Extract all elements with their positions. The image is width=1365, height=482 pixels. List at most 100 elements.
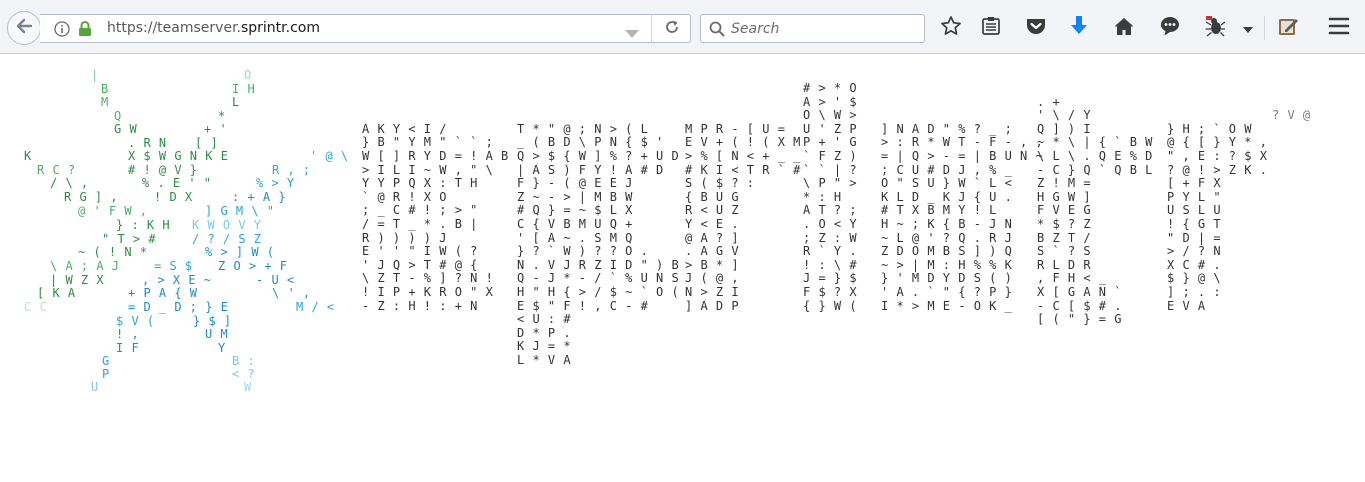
matrix-line: > : R * W T - F - , , bbox=[881, 135, 1044, 150]
info-icon[interactable] bbox=[54, 21, 70, 41]
matrix-line: J ( @ , bbox=[685, 271, 740, 286]
star-glyph: ' @ \ bbox=[310, 149, 349, 163]
bug-extension-button[interactable] bbox=[1200, 13, 1230, 43]
pocket-button[interactable] bbox=[1021, 13, 1051, 43]
matrix-line: R L D R bbox=[1037, 257, 1092, 272]
matrix-line: { } W ( bbox=[803, 298, 858, 313]
matrix-line: F } - ( @ E E J bbox=[517, 176, 633, 191]
matrix-line: _ ( B D \ P N { $ ' bbox=[517, 135, 664, 150]
star-glyph: K bbox=[24, 149, 32, 163]
reload-button[interactable] bbox=[651, 15, 691, 42]
matrix-line: K J = * bbox=[517, 339, 572, 354]
matrix-line: ; C U # D J , % _ bbox=[881, 162, 1013, 177]
corner-glyph: ? V @ bbox=[1272, 108, 1311, 122]
star-glyph: % . E ' " bbox=[142, 176, 212, 190]
matrix-line: " D | = bbox=[1167, 230, 1222, 245]
matrix-line: ; _ C # ! ; > " bbox=[362, 203, 478, 218]
star-glyph: ! , bbox=[116, 327, 140, 341]
matrix-line: R < U Z bbox=[685, 203, 740, 218]
star-glyph: C C bbox=[24, 300, 48, 314]
downloads-button[interactable] bbox=[1064, 13, 1094, 43]
matrix-line: ' \ / Y bbox=[1037, 108, 1092, 123]
matrix-line: - C } Q ` Q B L bbox=[1037, 162, 1153, 177]
matrix-line: . O < Y bbox=[803, 217, 858, 231]
matrix-line: } ' M D Y D S ( ) bbox=[881, 271, 1013, 286]
matrix-line: # > * O bbox=[803, 81, 858, 95]
url-text[interactable]: https://teamserver.sprintr.com bbox=[107, 20, 320, 36]
extension-menu-button[interactable] bbox=[1236, 13, 1260, 43]
star-glyph: % > Y bbox=[256, 176, 295, 190]
matrix-line: U S L U bbox=[1167, 203, 1222, 218]
star-glyph: K W O V Y bbox=[192, 218, 262, 232]
star-glyph: U M bbox=[205, 327, 229, 341]
star-glyph: M bbox=[101, 95, 109, 109]
search-input[interactable] bbox=[731, 18, 916, 39]
matrix-line: C { V B M U Q + bbox=[517, 217, 633, 231]
matrix-line: $ } @ \ bbox=[1167, 271, 1222, 286]
pocket-icon bbox=[1025, 16, 1047, 40]
matrix-line: # T X B M Y ! L bbox=[881, 203, 997, 218]
matrix-line: ] N A D " % ? _ ; bbox=[881, 121, 1013, 136]
lock-icon[interactable] bbox=[78, 20, 92, 41]
back-button[interactable] bbox=[7, 11, 41, 45]
matrix-line: { B U G bbox=[685, 189, 740, 204]
matrix-line: Q > $ { W ] % ? + U D bbox=[517, 149, 680, 163]
reading-list-button[interactable] bbox=[976, 13, 1006, 43]
menu-button[interactable] bbox=[1324, 13, 1354, 43]
star-glyph: @ ' F W , bbox=[78, 204, 148, 218]
matrix-line: N > Z I bbox=[685, 285, 740, 299]
matrix-line: W [ ] R Y D = ! A B bbox=[362, 149, 509, 163]
matrix-line: Q - J * - / ` % U N S bbox=[517, 271, 680, 286]
star-glyph: ! D X bbox=[154, 190, 193, 204]
star-glyph: M / < bbox=[296, 300, 335, 314]
home-button[interactable] bbox=[1109, 13, 1139, 43]
matrix-line: D * P . bbox=[517, 325, 572, 340]
dropdown-arrow-icon[interactable] bbox=[624, 24, 640, 43]
star-glyph: I F bbox=[116, 341, 140, 355]
star-glyph: ~ ( ! N * bbox=[78, 245, 148, 259]
chat-bubble-icon bbox=[1159, 15, 1181, 41]
matrix-line: E V + ( ! ( X M bbox=[685, 135, 801, 150]
matrix-line: S ( $ ? : bbox=[685, 176, 755, 191]
search-bar[interactable] bbox=[700, 14, 925, 43]
matrix-line: > I L I ~ W , " \ bbox=[362, 162, 494, 177]
matrix-line: H " H { > / $ ~ ` O ( bbox=[517, 285, 680, 299]
matrix-line: F $ ? X bbox=[803, 285, 858, 299]
matrix-line: > / ? N bbox=[1167, 244, 1222, 259]
star-glyph: \ ' , bbox=[272, 286, 311, 300]
search-icon bbox=[709, 21, 725, 41]
matrix-line: } ? ` W ) ? ? O . bbox=[517, 244, 649, 259]
star-glyph: Y bbox=[218, 341, 226, 355]
notepad-button[interactable] bbox=[1273, 13, 1303, 43]
matrix-line: * $ ? Z bbox=[1037, 217, 1092, 231]
matrix-line: @ A ? ] bbox=[685, 230, 740, 245]
matrix-line: L * V A bbox=[517, 353, 572, 367]
matrix-line: ` ` | ? bbox=[803, 162, 858, 177]
url-bar[interactable]: https://teamserver.sprintr.com bbox=[40, 14, 691, 43]
star-glyph: O bbox=[244, 68, 252, 82]
star-glyph: + ' bbox=[204, 122, 228, 136]
matrix-line: # Q } = ~ $ L X bbox=[517, 203, 633, 218]
bookmark-button[interactable] bbox=[936, 13, 966, 43]
star-glyph: = S $ bbox=[154, 259, 193, 273]
matrix-line: P + ' G bbox=[803, 135, 858, 150]
star-glyph: G W bbox=[114, 122, 138, 136]
matrix-line: Z D O M B S ] ) Q bbox=[881, 244, 1013, 259]
matrix-line: A > ' $ bbox=[803, 94, 858, 109]
star-glyph: + P A { W bbox=[128, 286, 198, 300]
matrix-line: - C [ $ # . bbox=[1037, 298, 1122, 313]
browser-toolbar: https://teamserver.sprintr.com bbox=[0, 0, 1365, 54]
star-glyph: : + A } bbox=[232, 190, 287, 204]
matrix-line: > % [ N < + _ _ bbox=[685, 149, 801, 163]
chat-button[interactable] bbox=[1155, 13, 1185, 43]
star-glyph: U bbox=[91, 380, 99, 394]
matrix-line: J = } $ bbox=[803, 271, 858, 286]
star-glyph: / \ , bbox=[50, 176, 89, 190]
reload-icon bbox=[664, 19, 680, 39]
reading-list-icon bbox=[981, 16, 1001, 40]
matrix-line: A T ? ; bbox=[803, 203, 858, 218]
matrix-line: F V E G bbox=[1037, 203, 1092, 218]
url-domain: sprintr.com bbox=[240, 20, 320, 36]
matrix-line: < U : # bbox=[517, 312, 572, 327]
matrix-line: S ` ? S bbox=[1037, 244, 1092, 259]
